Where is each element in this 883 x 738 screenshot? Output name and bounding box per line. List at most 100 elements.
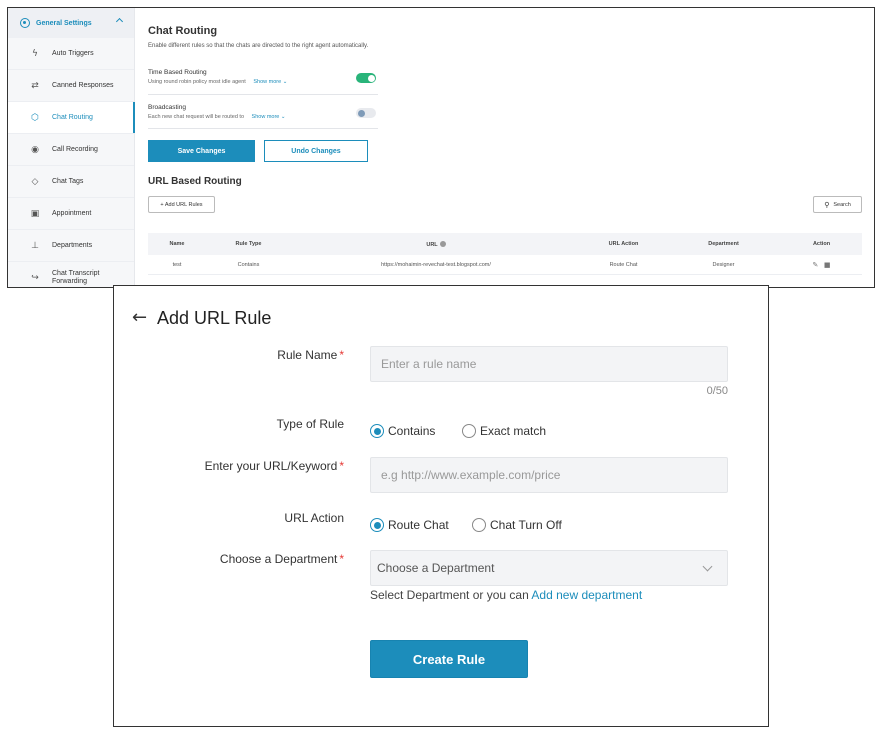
cell-name: test [172, 261, 182, 268]
column-header: URL Action [608, 241, 639, 247]
sidebar-section-general-settings[interactable]: General Settings [8, 8, 134, 38]
column-header: Action [812, 241, 831, 247]
sidebar-item-canned-responses[interactable]: ⇄ Canned Responses [8, 70, 134, 102]
time-based-routing-option: Time Based Routing Using round robin pol… [148, 69, 378, 85]
radio-selected-icon [370, 518, 384, 532]
column-header: URL [426, 241, 438, 248]
add-url-rules-button[interactable]: + Add URL Rules [148, 196, 215, 213]
rule-name-input[interactable]: Enter a rule name [370, 346, 728, 382]
option-description: Using round robin policy most idle agent [148, 79, 246, 85]
divider [148, 94, 378, 95]
department-helper: Select Department or you can Add new dep… [370, 588, 642, 602]
radio-label: Contains [388, 424, 436, 438]
back-arrow-icon[interactable]: ← [132, 308, 147, 328]
sidebar-item-label: Departments [52, 242, 93, 249]
show-more-label: Show more [251, 114, 280, 120]
cell-department: Designer [712, 261, 735, 268]
broadcasting-option: Broadcasting Each new chat request will … [148, 104, 378, 120]
show-more-link[interactable]: Show more ⌄ [252, 114, 286, 120]
cell-actions: ✎ ■ [781, 261, 862, 269]
cell-url: https://mohaimin-revechat-test.blogspot.… [381, 261, 491, 268]
settings-icon [20, 18, 30, 28]
sidebar-item-label: Chat Tags [52, 178, 84, 185]
label-text: Enter your URL/Keyword [204, 459, 338, 473]
add-url-rule-panel: ← Add URL Rule Rule Name * Enter a rule n… [113, 285, 769, 727]
sidebar-item-label: Chat Routing [52, 114, 93, 121]
calendar-icon: ▣ [30, 208, 40, 219]
page-subtitle: Enable different rules so that the chats… [148, 43, 369, 49]
required-mark: * [339, 459, 344, 473]
department-select[interactable]: Choose a Department [370, 550, 728, 586]
undo-changes-button[interactable]: Undo Changes [264, 140, 368, 162]
url-keyword-label: Enter your URL/Keyword * [205, 459, 344, 473]
tag-icon: ◇ [31, 176, 39, 187]
url-action-label: URL Action [284, 511, 344, 525]
input-placeholder: Enter a rule name [381, 357, 477, 371]
add-new-department-link[interactable]: Add new department [531, 588, 642, 602]
option-description: Each new chat request will be routed to [148, 114, 245, 120]
time-based-routing-toggle[interactable] [356, 73, 376, 83]
divider [148, 128, 378, 129]
search-icon: ⚲ [824, 200, 830, 209]
create-rule-button[interactable]: Create Rule [370, 640, 528, 678]
chat-routing-panel: General Settings ϟ Auto Triggers ⇄ Canne… [7, 7, 875, 288]
input-placeholder: e.g http://www.example.com/price [381, 468, 561, 482]
sidebar-item-auto-triggers[interactable]: ϟ Auto Triggers [8, 38, 134, 70]
radio-contains[interactable]: Contains [370, 424, 435, 438]
radio-label: Route Chat [388, 518, 449, 532]
radio-unselected-icon [462, 424, 476, 438]
sidebar-item-label: Auto Triggers [52, 50, 94, 57]
required-mark: * [339, 348, 344, 362]
trash-icon[interactable]: ■ [824, 261, 831, 269]
radio-label: Chat Turn Off [490, 518, 562, 532]
department-label: Choose a Department * [220, 552, 344, 566]
show-more-link[interactable]: Show more ⌄ [253, 79, 287, 85]
cell-rule-type: Contains [237, 261, 260, 268]
radio-chat-turn-off[interactable]: Chat Turn Off [472, 518, 562, 532]
url-keyword-input[interactable]: e.g http://www.example.com/price [370, 457, 728, 493]
search-button[interactable]: ⚲ Search [813, 196, 862, 213]
lightning-icon: ϟ [32, 48, 38, 59]
routing-icon: ⬡ [31, 112, 39, 123]
panel-title: Add URL Rule [157, 308, 272, 328]
radio-route-chat[interactable]: Route Chat [370, 518, 449, 532]
option-title: Broadcasting [148, 104, 186, 111]
forward-icon: ↪ [31, 272, 39, 283]
column-header-url: URL [291, 240, 581, 248]
sidebar-item-label: Chat Transcript Forwarding [52, 269, 100, 285]
radio-selected-icon [370, 424, 384, 438]
char-counter: 0/50 [706, 385, 728, 397]
option-description-row: Using round robin policy most idle agent… [148, 79, 378, 85]
label-text: Rule Name [277, 348, 338, 362]
sidebar-item-label: Call Recording [52, 146, 98, 153]
page-title: Chat Routing [148, 25, 218, 37]
helper-text: Select Department or you can [370, 588, 529, 602]
broadcasting-toggle[interactable] [356, 108, 376, 118]
radio-label: Exact match [480, 424, 547, 438]
sidebar-item-chat-tags[interactable]: ◇ Chat Tags [8, 166, 134, 198]
sidebar-item-departments[interactable]: ⊥ Departments [8, 230, 134, 262]
column-header: Rule Type [235, 241, 262, 247]
radio-exact-match[interactable]: Exact match [462, 424, 546, 438]
cell-url-action: Route Chat [609, 261, 638, 268]
info-icon[interactable] [439, 240, 446, 247]
save-changes-button[interactable]: Save Changes [148, 140, 255, 162]
section-title: URL Based Routing [148, 176, 242, 187]
sidebar-section-label: General Settings [36, 19, 92, 27]
edit-icon[interactable]: ✎ [812, 261, 818, 269]
select-value: Choose a Department [377, 561, 495, 575]
sidebar-item-label: Appointment [52, 210, 92, 217]
chevron-down-icon [702, 561, 713, 572]
rule-name-label: Rule Name * [277, 348, 344, 362]
settings-sidebar: General Settings ϟ Auto Triggers ⇄ Canne… [8, 8, 135, 287]
search-label: Search [833, 201, 851, 208]
refresh-icon: ⇄ [31, 80, 39, 91]
sidebar-item-chat-routing[interactable]: ⬡ Chat Routing [8, 102, 135, 134]
table-row: test Contains https://mohaimin-revechat-… [148, 255, 862, 275]
chat-routing-content: Chat Routing Enable different rules so t… [148, 8, 874, 287]
table-header: Name Rule Type URL URL Action Department… [148, 233, 862, 255]
chevron-up-icon[interactable] [115, 17, 124, 26]
sidebar-item-call-recording[interactable]: ◉ Call Recording [8, 134, 134, 166]
type-of-rule-label: Type of Rule [276, 417, 344, 431]
sidebar-item-appointment[interactable]: ▣ Appointment [8, 198, 134, 230]
